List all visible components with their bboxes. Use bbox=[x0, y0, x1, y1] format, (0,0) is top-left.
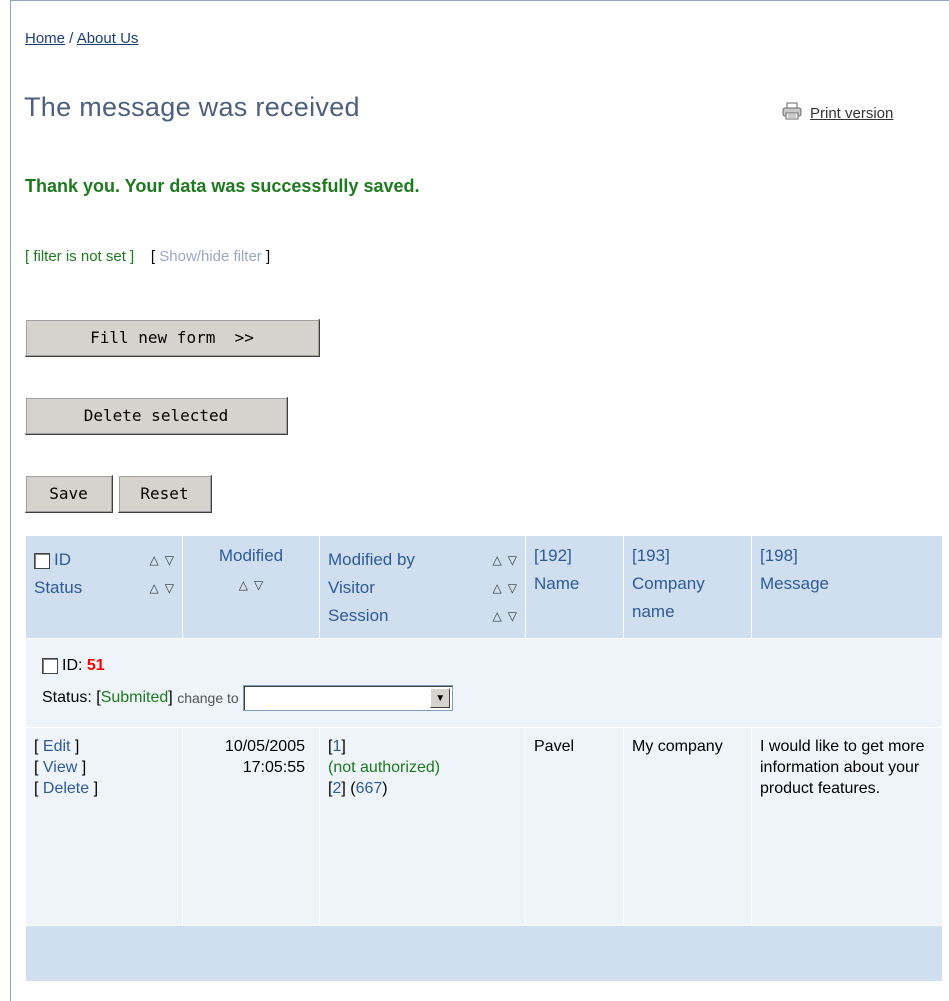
delete-selected-button[interactable]: Delete selected bbox=[25, 397, 288, 435]
table-header-row: ID △ ▽ Status △ ▽ Modified △ ▽ Modified by △… bbox=[25, 535, 943, 639]
visitor-link[interactable]: 2 bbox=[332, 780, 341, 797]
view-link[interactable]: View bbox=[43, 759, 77, 776]
filter-toggle-open: [ bbox=[150, 248, 160, 265]
record-id-label: ID: bbox=[62, 657, 83, 674]
sort-session-asc-icon[interactable]: △ bbox=[493, 609, 502, 623]
record-status-label: Status: [ bbox=[42, 689, 101, 706]
sort-id-desc-icon[interactable]: ▽ bbox=[165, 553, 174, 567]
sort-modified-by-desc-icon[interactable]: ▽ bbox=[508, 553, 517, 567]
filter-bar: [ filter is not set ] [ Show/hide filter… bbox=[25, 248, 270, 265]
session-link[interactable]: 667 bbox=[356, 780, 383, 797]
change-to-label: change to bbox=[177, 690, 239, 706]
header-modified-by-label: Modified by bbox=[328, 550, 415, 569]
fill-new-form-button[interactable]: Fill new form >> bbox=[25, 319, 320, 357]
record-status-value: Submited bbox=[100, 689, 169, 706]
header-message-label: Message bbox=[760, 574, 829, 593]
actions-cell: [ Edit ] [ View ] [ Delete ] bbox=[25, 727, 183, 926]
table-footer-row bbox=[25, 925, 943, 982]
breadcrumb: Home / About Us bbox=[25, 30, 138, 47]
header-company-label-2: name bbox=[632, 602, 675, 621]
results-table: ID △ ▽ Status △ ▽ Modified △ ▽ Modified by △… bbox=[25, 535, 943, 982]
sort-visitor-desc-icon[interactable]: ▽ bbox=[508, 581, 517, 595]
message-cell: I would like to get more information abo… bbox=[751, 727, 943, 926]
header-id-status: ID △ ▽ Status △ ▽ bbox=[25, 535, 183, 639]
header-company-label: Company bbox=[632, 574, 705, 593]
header-message: [198] Message bbox=[751, 535, 943, 639]
modified-date: 10/05/2005 bbox=[224, 738, 305, 755]
breadcrumb-home-link[interactable]: Home bbox=[25, 30, 65, 47]
modified-cell: 10/05/2005 17:05:55 bbox=[182, 727, 320, 926]
header-name-label: Name bbox=[534, 574, 580, 593]
company-cell: My company bbox=[623, 727, 752, 926]
show-hide-filter-link[interactable]: Show/hide filter bbox=[159, 248, 262, 265]
sort-status-desc-icon[interactable]: ▽ bbox=[165, 581, 174, 595]
filter-toggle-close: ] bbox=[261, 248, 271, 265]
header-modified-label: Modified bbox=[218, 546, 284, 565]
sort-visitor-asc-icon[interactable]: △ bbox=[493, 581, 502, 595]
status-select[interactable]: ▼ bbox=[243, 685, 454, 711]
breadcrumb-separator: / bbox=[65, 30, 77, 47]
header-session-label: Session bbox=[328, 606, 389, 625]
record-id-value: 51 bbox=[86, 657, 105, 674]
modified-time: 17:05:55 bbox=[242, 759, 305, 776]
success-message: Thank you. Your data was successfully sa… bbox=[25, 176, 420, 196]
header-name-field-id: [192] bbox=[534, 546, 572, 565]
sort-modified-by-asc-icon[interactable]: △ bbox=[493, 553, 502, 567]
header-visitor-label: Visitor bbox=[328, 578, 375, 597]
record-status-close: ] bbox=[168, 689, 173, 706]
save-button[interactable]: Save bbox=[25, 475, 113, 513]
sort-session-desc-icon[interactable]: ▽ bbox=[508, 609, 517, 623]
header-name: [192] Name bbox=[525, 535, 624, 639]
sort-status-asc-icon[interactable]: △ bbox=[150, 581, 159, 595]
page-title: The message was received bbox=[24, 92, 360, 122]
print-version-link[interactable]: Print version bbox=[810, 105, 893, 122]
modified-by-cell: [1] (not authorized) [2] (667) bbox=[319, 727, 526, 926]
header-company-field-id: [193] bbox=[632, 546, 670, 565]
filter-status: filter is not set bbox=[33, 248, 126, 265]
edit-link[interactable]: Edit bbox=[43, 738, 71, 755]
header-modified-by: Modified by △ ▽ Visitor △ ▽ Session △ ▽ bbox=[319, 535, 526, 639]
header-company: [193] Company name bbox=[623, 535, 752, 639]
modified-by-status: (not authorized) bbox=[328, 759, 441, 776]
name-cell: Pavel bbox=[525, 727, 624, 926]
table-row: [ Edit ] [ View ] [ Delete ] 10/05/2005 … bbox=[25, 727, 943, 926]
breadcrumb-about-link[interactable]: About Us bbox=[77, 30, 139, 47]
delete-link[interactable]: Delete bbox=[43, 780, 89, 797]
dropdown-arrow-icon[interactable]: ▼ bbox=[430, 688, 451, 708]
header-status-label: Status bbox=[34, 578, 83, 597]
header-modified: Modified △ ▽ bbox=[182, 535, 320, 639]
header-id-label: ID bbox=[54, 550, 71, 569]
select-all-checkbox[interactable] bbox=[34, 552, 50, 569]
filter-status-close: ] bbox=[125, 248, 135, 265]
sort-modified-desc-icon[interactable]: ▽ bbox=[254, 578, 263, 592]
record-checkbox[interactable] bbox=[42, 658, 58, 674]
reset-button[interactable]: Reset bbox=[118, 475, 212, 513]
print-version[interactable]: Print version bbox=[782, 102, 893, 124]
printer-icon[interactable] bbox=[782, 102, 802, 124]
record-header-row: ID: 51 Status: [ Submited ] change to ▼ bbox=[25, 638, 943, 728]
modified-by-user-link[interactable]: 1 bbox=[332, 738, 341, 755]
sort-modified-asc-icon[interactable]: △ bbox=[239, 578, 248, 592]
sort-id-asc-icon[interactable]: △ bbox=[150, 553, 159, 567]
header-message-field-id: [198] bbox=[760, 546, 798, 565]
